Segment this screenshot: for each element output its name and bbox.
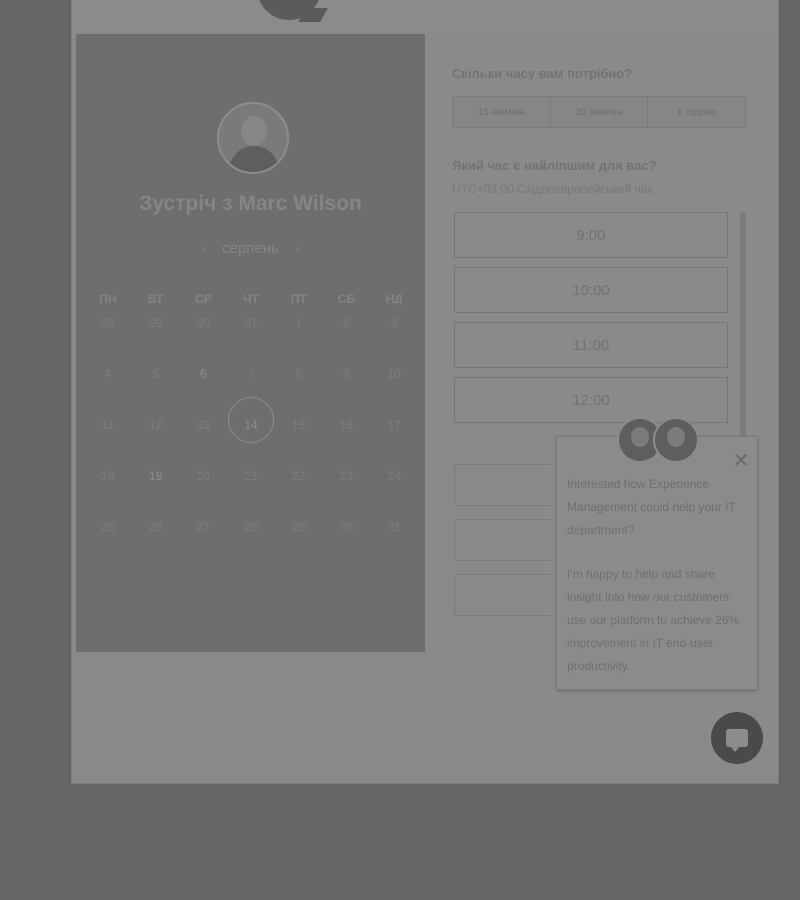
calendar-day: 17 <box>387 418 401 432</box>
calendar-day: 16 <box>339 418 354 432</box>
calendar-day[interactable]: 29 <box>275 516 323 567</box>
next-month-icon[interactable]: › <box>295 240 300 256</box>
time-slot-button[interactable] <box>454 519 551 561</box>
time-slot-list: 9:00 10:00 11:00 12:00 <box>454 212 730 432</box>
calendar-week-row: 11 12 13 14 15 16 17 <box>84 397 418 465</box>
chat-launcher-button[interactable] <box>711 712 763 764</box>
chat-message-offer: I'm happy to help and share insight into… <box>567 567 740 673</box>
calendar-day: 9 <box>343 367 350 381</box>
prev-month-icon[interactable]: ‹ <box>201 240 206 256</box>
calendar-day[interactable]: 22 <box>275 465 323 516</box>
time-slot-button[interactable] <box>454 574 551 616</box>
avatar-body-icon <box>229 146 279 172</box>
duration-selector: 15 хвилин 30 хвилин 1 година <box>452 96 746 128</box>
avatar-face-icon <box>241 116 267 146</box>
time-question: Який час є найліпшим для вас? <box>452 158 657 173</box>
chat-message: Interested how Experience Management cou… <box>567 473 749 699</box>
agent-face-icon <box>631 427 649 447</box>
duration-question: Скільки часу вам потрібно? <box>452 66 633 81</box>
calendar-day: 3 <box>390 316 398 330</box>
calendar-day: 30 <box>339 520 354 534</box>
month-label: серпень <box>222 240 279 257</box>
site-header <box>72 0 778 26</box>
calendar-day[interactable]: 4 <box>84 363 132 414</box>
weekday-label: ПТ <box>290 292 307 306</box>
duration-option-15[interactable]: 15 хвилин <box>453 97 551 127</box>
agent-face-icon <box>667 427 685 447</box>
time-slot-button[interactable]: 9:00 <box>454 212 728 258</box>
chat-message-intro: Interested how Experience Management cou… <box>567 477 736 537</box>
calendar-day: 29 <box>148 316 163 330</box>
calendar-week-row: 18 19 20 21 22 23 24 <box>84 465 418 516</box>
calendar-week-row: 28 29 30 31 1 2 3 <box>84 312 418 363</box>
calendar-day: 31 <box>244 316 258 330</box>
calendar-day: 10 <box>387 367 401 381</box>
duration-option-30[interactable]: 30 хвилин <box>551 97 649 127</box>
weekday-header-row: ПН ВТ СР ЧТ ПТ СБ НД <box>84 292 418 312</box>
calendar-day[interactable]: 12 <box>132 414 180 465</box>
calendar-day[interactable]: 8 <box>275 363 323 414</box>
chat-agent-avatars <box>617 417 701 463</box>
slot-list-scrollbar[interactable] <box>740 212 746 450</box>
calendar-day[interactable]: 15 <box>275 414 323 465</box>
calendar-day: 23 <box>339 469 354 483</box>
calendar-day: 1 <box>295 316 303 330</box>
calendar-day[interactable]: 20 <box>179 465 227 516</box>
weekday-label: ВТ <box>147 292 164 306</box>
calendar-panel: Зустріч з Marc Wilson ‹ серпень › ПН ВТ … <box>76 34 425 652</box>
calendar-day-selected[interactable]: 14 <box>227 397 275 465</box>
host-avatar <box>217 102 289 174</box>
chat-popup: ✕ Interested how Experience Management c… <box>556 417 758 690</box>
weekday-label: СБ <box>337 292 356 306</box>
calendar-day[interactable]: 6 <box>179 363 227 414</box>
time-slot-button[interactable] <box>454 464 551 506</box>
calendar-day[interactable]: 11 <box>84 414 132 465</box>
chat-agent-avatar <box>653 417 699 463</box>
weekday-label: ЧТ <box>243 292 259 306</box>
time-slot-button[interactable]: 10:00 <box>454 267 728 313</box>
calendar-day[interactable]: 13 <box>179 414 227 465</box>
weekday-label: ПН <box>99 292 117 306</box>
time-slot-button[interactable]: 11:00 <box>454 322 728 368</box>
calendar-day[interactable]: 27 <box>179 516 227 567</box>
calendar-day: 31 <box>387 520 401 534</box>
weekday-label: НД <box>385 292 403 306</box>
calendar-day: 28 <box>101 316 115 330</box>
calendar-day[interactable]: 21 <box>227 465 275 516</box>
close-icon[interactable]: ✕ <box>731 451 751 471</box>
month-navigation: ‹ серпень › <box>76 240 425 257</box>
calendar-day: 24 <box>387 469 401 483</box>
calendar-day[interactable]: 25 <box>84 516 132 567</box>
weekday-label: СР <box>194 292 212 306</box>
calendar-day[interactable]: 5 <box>132 363 180 414</box>
calendar-day[interactable]: 26 <box>132 516 180 567</box>
calendar-day[interactable]: 18 <box>84 465 132 516</box>
calendar-day[interactable]: 28 <box>227 516 275 567</box>
calendar-grid: ПН ВТ СР ЧТ ПТ СБ НД 28 29 30 31 1 2 3 4… <box>84 292 418 567</box>
calendar-day: 2 <box>343 316 350 330</box>
meeting-title: Зустріч з Marc Wilson <box>139 192 362 215</box>
calendar-day[interactable]: 19 <box>132 465 180 516</box>
chat-bubble-icon <box>726 729 748 752</box>
duration-option-60[interactable]: 1 година <box>648 97 745 127</box>
page-frame: Зустріч з Marc Wilson ‹ серпень › ПН ВТ … <box>72 0 778 783</box>
calendar-week-row: 25 26 27 28 29 30 31 <box>84 516 418 567</box>
calendar-day: 30 <box>196 316 210 330</box>
timezone-label: UTC+03:00 Східноєвропейський час <box>452 182 654 196</box>
